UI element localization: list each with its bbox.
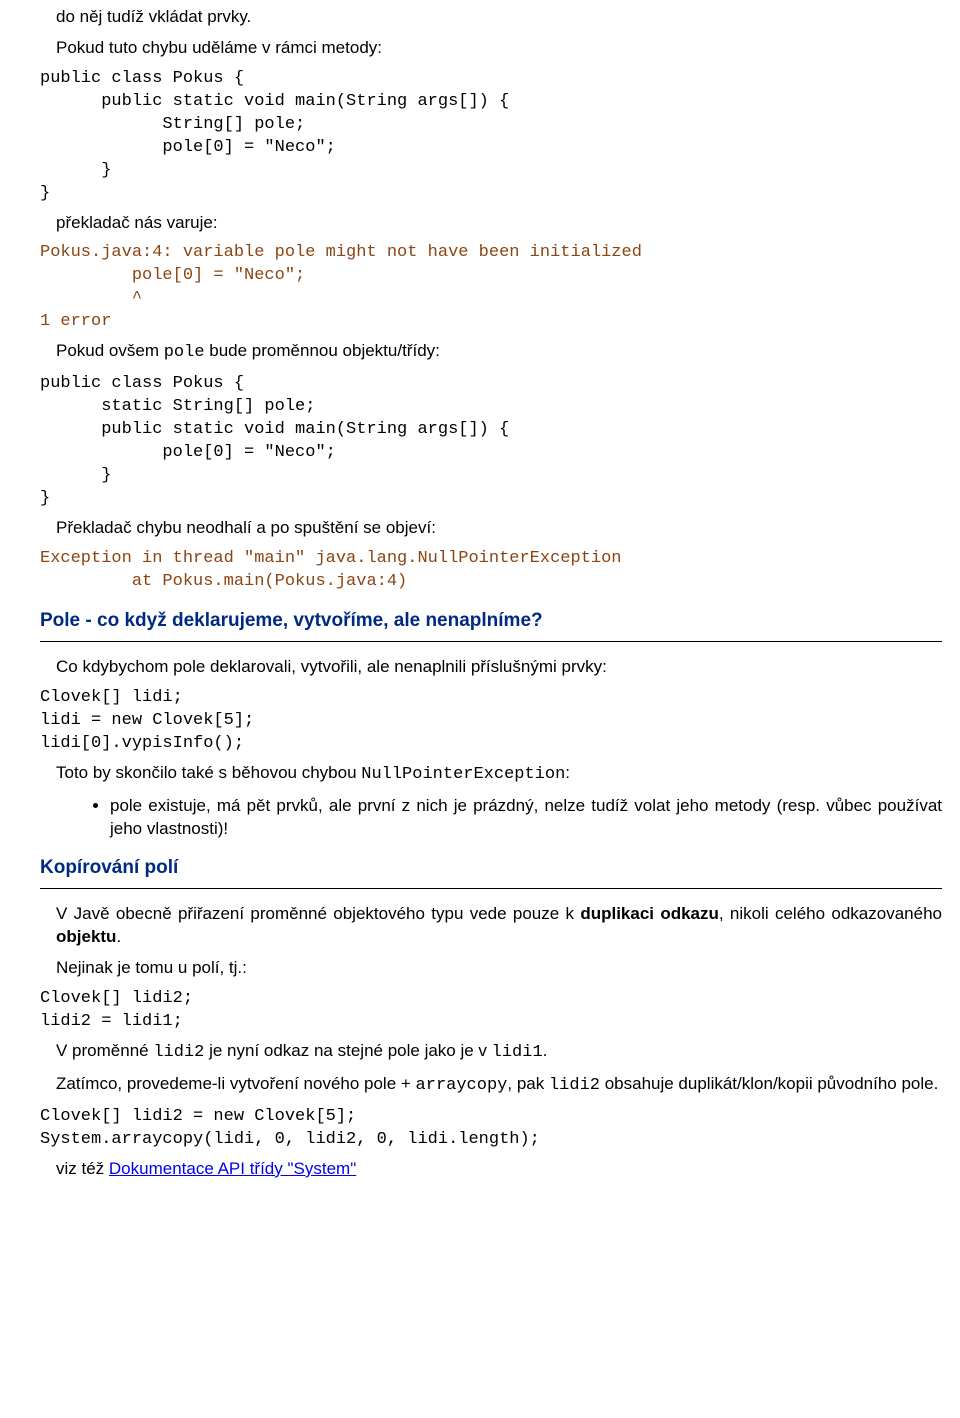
list-item: pole existuje, má pět prvků, ale první z… [110, 795, 942, 841]
text: Pokud ovšem [56, 341, 164, 360]
paragraph: V proměnné lidi2 je nyní odkaz na stejné… [40, 1040, 942, 1065]
doc-api-link[interactable]: Dokumentace API třídy "System" [109, 1159, 356, 1178]
bold-text: duplikaci odkazu [580, 904, 719, 923]
inline-code: lidi2 [549, 1076, 600, 1095]
inline-code: lidi1 [492, 1043, 543, 1062]
text: , nikoli celého odkazovaného [719, 904, 942, 923]
code-block: public class Pokus { static String[] pol… [40, 373, 942, 511]
paragraph: překladač nás varuje: [40, 212, 942, 235]
text: . [543, 1041, 548, 1060]
code-block: Clovek[] lidi2; lidi2 = lidi1; [40, 988, 942, 1034]
text: , pak [507, 1074, 549, 1093]
text: obsahuje duplikát/klon/kopii původního p… [600, 1074, 938, 1093]
code-block: Clovek[] lidi2 = new Clovek[5]; System.a… [40, 1106, 942, 1152]
text: bude proměnnou objektu/třídy: [205, 341, 440, 360]
output-block: Pokus.java:4: variable pole might not ha… [40, 242, 942, 334]
inline-code: arraycopy [416, 1076, 508, 1095]
text: V proměnné [56, 1041, 153, 1060]
text: Toto by skončilo také s běhovou chybou [56, 763, 361, 782]
inline-code: lidi2 [153, 1043, 204, 1062]
bullet-list: pole existuje, má pět prvků, ale první z… [40, 795, 942, 841]
divider [40, 888, 942, 889]
divider [40, 641, 942, 642]
paragraph: Toto by skončilo také s běhovou chybou N… [40, 762, 942, 787]
inline-code: NullPointerException [361, 765, 565, 784]
text: viz též [56, 1159, 109, 1178]
paragraph: viz též Dokumentace API třídy "System" [40, 1158, 942, 1181]
text: . [116, 927, 121, 946]
paragraph: Pokud ovšem pole bude proměnnou objektu/… [40, 340, 942, 365]
section-heading: Pole - co když deklarujeme, vytvoříme, a… [40, 608, 942, 634]
paragraph: Nejinak je tomu u polí, tj.: [40, 957, 942, 980]
section-heading: Kopírování polí [40, 855, 942, 881]
bold-text: objektu [56, 927, 116, 946]
paragraph: V Javě obecně přiřazení proměnné objekto… [40, 903, 942, 949]
text: Zatímco, provedeme-li vytvoření nového p… [56, 1074, 416, 1093]
output-block: Exception in thread "main" java.lang.Nul… [40, 548, 942, 594]
code-block: public class Pokus { public static void … [40, 68, 942, 206]
inline-code: pole [164, 343, 205, 362]
code-block: Clovek[] lidi; lidi = new Clovek[5]; lid… [40, 687, 942, 756]
paragraph: Co kdybychom pole deklarovali, vytvořili… [40, 656, 942, 679]
paragraph: Pokud tuto chybu uděláme v rámci metody: [40, 37, 942, 60]
paragraph: Zatímco, provedeme-li vytvoření nového p… [40, 1073, 942, 1098]
paragraph: Překladač chybu neodhalí a po spuštění s… [40, 517, 942, 540]
paragraph: do něj tudíž vkládat prvky. [40, 6, 942, 29]
text: V Javě obecně přiřazení proměnné objekto… [56, 904, 580, 923]
text: : [565, 763, 570, 782]
text: je nyní odkaz na stejné pole jako je v [204, 1041, 491, 1060]
